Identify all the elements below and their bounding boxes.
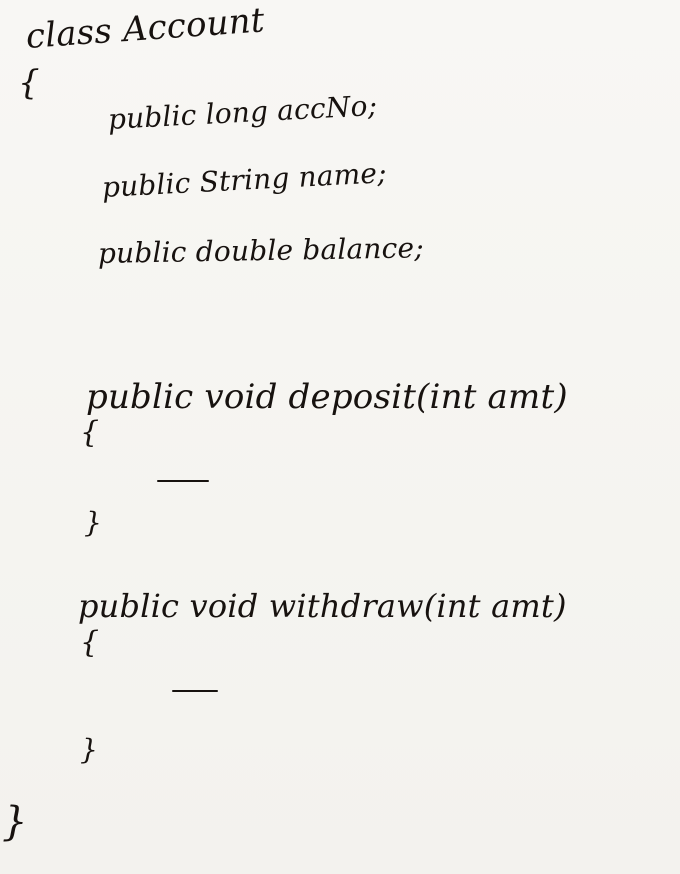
class-open-brace: { <box>18 63 40 103</box>
field-balance: public double balance; <box>97 231 425 270</box>
method-deposit-body-dash <box>157 480 209 482</box>
class-close-brace: } <box>2 799 28 845</box>
field-accno: public long accNo; <box>107 88 378 136</box>
method-deposit-signature: public void deposit(int amt) <box>86 377 568 417</box>
method-deposit-close-brace: } <box>84 506 103 539</box>
method-deposit-open-brace: { <box>80 415 100 450</box>
field-name: public String name; <box>101 156 388 204</box>
method-withdraw-close-brace: } <box>80 733 99 766</box>
whiteboard: class Account { public long accNo; publi… <box>0 0 680 874</box>
method-withdraw-signature: public void withdraw(int amt) <box>78 587 567 625</box>
method-withdraw-open-brace: { <box>80 625 100 660</box>
class-header: class Account <box>24 0 266 57</box>
method-withdraw-body-dash <box>172 690 218 692</box>
